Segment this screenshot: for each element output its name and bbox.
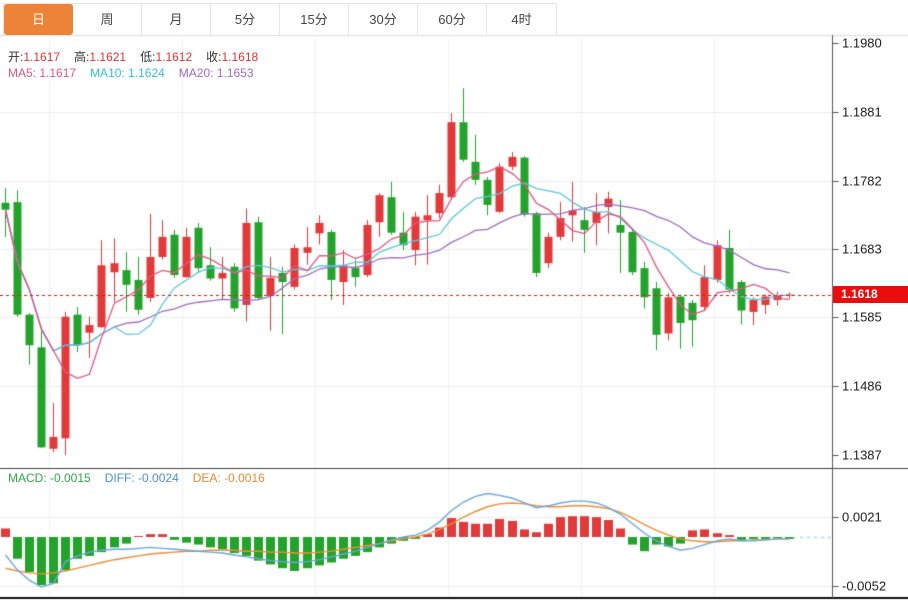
tab-60分[interactable]: 60分 — [418, 4, 487, 35]
tab-30分[interactable]: 30分 — [349, 4, 418, 35]
tab-15分[interactable]: 15分 — [280, 4, 349, 35]
price-tick-label: 1.1585 — [842, 310, 882, 325]
lg-ohlc-item-0: 开:1.1617 — [8, 50, 60, 64]
lg-macd-item-1: DIFF: -0.0024 — [105, 471, 179, 485]
lg-ma-item-0: MA5: 1.1617 — [8, 66, 76, 80]
price-tick-label: 1.1486 — [842, 379, 882, 394]
lg-ma-item-2: MA20: 1.1653 — [179, 66, 254, 80]
tab-4时[interactable]: 4时 — [487, 4, 556, 35]
current-price-badge: 1.1618 — [833, 286, 908, 303]
price-tick-label: 1.1980 — [842, 36, 882, 51]
ma-legend: MA5: 1.1617 MA10: 1.1624 MA20: 1.1653 — [8, 66, 268, 80]
tab-日[interactable]: 日 — [4, 4, 73, 35]
lg-macd-item-0: MACD: -0.0015 — [8, 471, 91, 485]
lg-ohlc-item-2: 低:1.1612 — [140, 50, 192, 64]
candlestick-chart-canvas[interactable] — [0, 0, 908, 601]
macd-tick-label: 0.0021 — [842, 510, 882, 525]
lg-macd-item-2: DEA: -0.0016 — [193, 471, 265, 485]
price-tick-label: 1.1881 — [842, 104, 882, 119]
tab-5分[interactable]: 5分 — [211, 4, 280, 35]
price-tick-label: 1.1782 — [842, 173, 882, 188]
period-tabbar: 日周月5分15分30分60分4时 — [3, 3, 557, 36]
macd-tick-label: -0.0052 — [842, 579, 886, 594]
lg-ohlc-item-1: 高:1.1621 — [74, 50, 126, 64]
ohlc-legend: 开:1.1617 高:1.1621 低:1.1612 收:1.1618 — [8, 48, 272, 65]
tab-周[interactable]: 周 — [73, 4, 142, 35]
lg-ohlc-item-3: 收:1.1618 — [206, 50, 258, 64]
lg-ma-item-1: MA10: 1.1624 — [90, 66, 165, 80]
chart-window: 日周月5分15分30分60分4时 开:1.1617 高:1.1621 低:1.161… — [0, 0, 908, 601]
price-tick-label: 1.1387 — [842, 448, 882, 463]
macd-legend: MACD: -0.0015 DIFF: -0.0024 DEA: -0.0016 — [8, 471, 279, 485]
tab-月[interactable]: 月 — [142, 4, 211, 35]
price-tick-label: 1.1683 — [842, 242, 882, 257]
